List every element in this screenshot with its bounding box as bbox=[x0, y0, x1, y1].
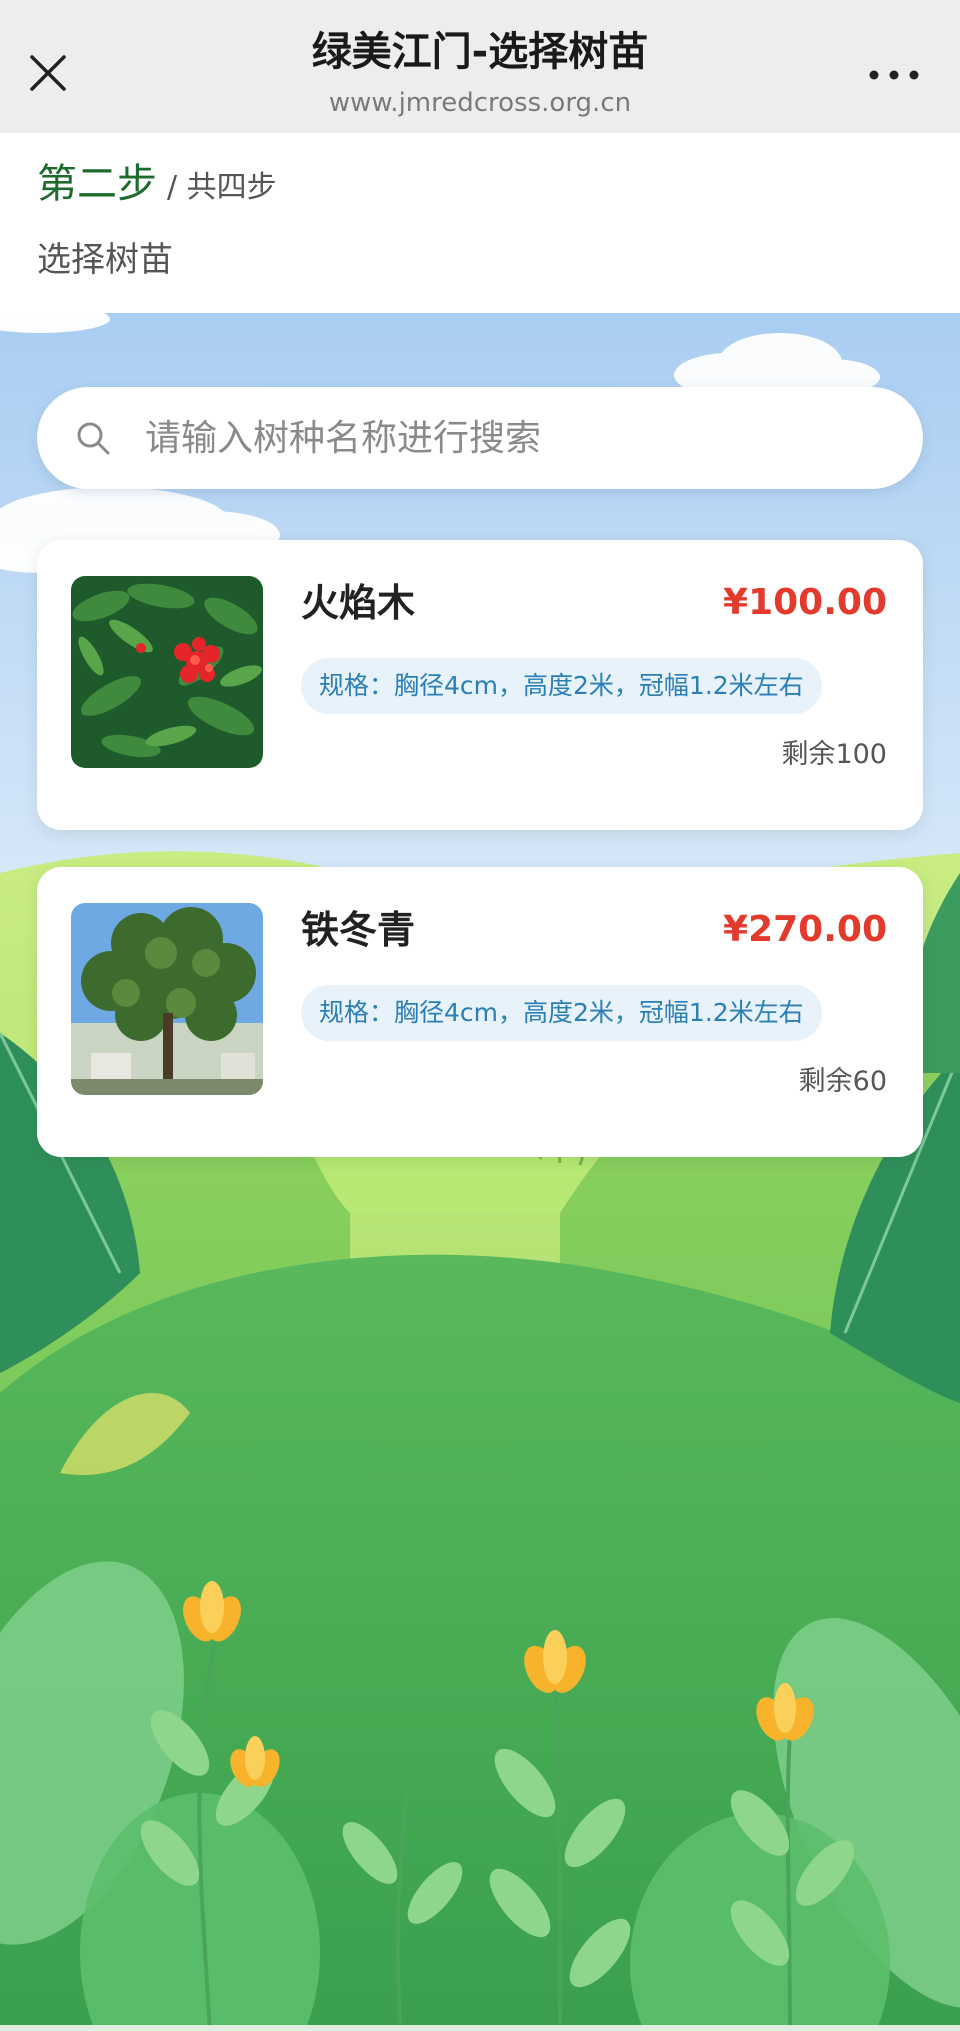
holly-tree-photo bbox=[71, 903, 263, 1095]
step-indicator: 第二步 / 共四步 bbox=[37, 158, 277, 214]
step-current: 第二步 bbox=[37, 161, 157, 207]
product-card[interactable]: 火焰木 ¥100.00 规格：胸径4cm，高度2米，冠幅1.2米左右 剩余100 bbox=[37, 540, 923, 830]
search-icon bbox=[77, 422, 110, 455]
product-name: 铁冬青 bbox=[301, 908, 416, 952]
step-total: / 共四步 bbox=[167, 170, 277, 205]
nav-bar: 绿美江门-选择树苗 www.jmredcross.org.cn bbox=[0, 0, 960, 133]
product-price: ¥270.00 bbox=[723, 909, 887, 950]
product-price: ¥100.00 bbox=[723, 582, 887, 623]
page-url: www.jmredcross.org.cn bbox=[328, 88, 632, 118]
product-spec: 规格：胸径4cm，高度2米，冠幅1.2米左右 bbox=[301, 985, 822, 1041]
step-header: 第二步 / 共四步 选择树苗 bbox=[0, 133, 960, 313]
product-name: 火焰木 bbox=[301, 581, 416, 625]
more-icon[interactable] bbox=[866, 62, 922, 88]
step-subtitle: 选择树苗 bbox=[37, 240, 173, 280]
product-stock: 剩余100 bbox=[781, 739, 887, 770]
product-stock: 剩余60 bbox=[798, 1066, 887, 1097]
product-card[interactable]: 铁冬青 ¥270.00 规格：胸径4cm，高度2米，冠幅1.2米左右 剩余60 bbox=[37, 867, 923, 1157]
search-input[interactable] bbox=[145, 387, 885, 489]
search-box[interactable] bbox=[37, 387, 923, 489]
page-title: 绿美江门-选择树苗 bbox=[311, 29, 649, 75]
product-spec: 规格：胸径4cm，高度2米，冠幅1.2米左右 bbox=[301, 658, 822, 714]
flame-tree-photo bbox=[71, 576, 263, 768]
